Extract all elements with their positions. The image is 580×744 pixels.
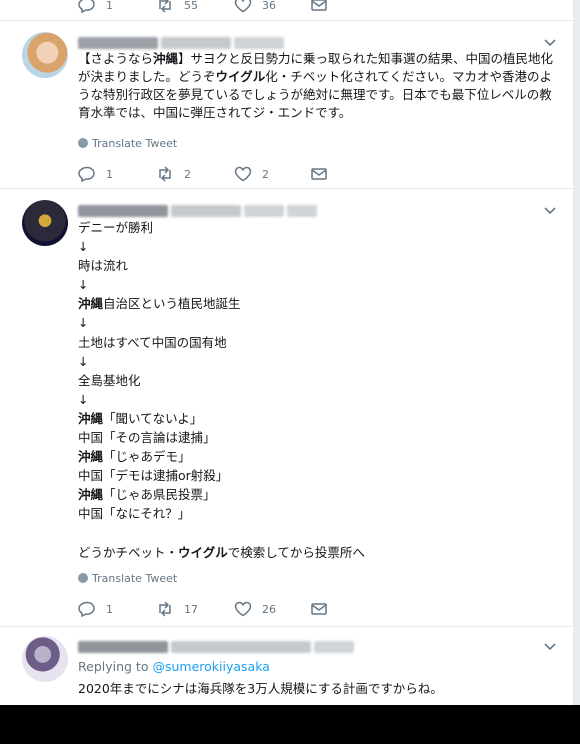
taskbar — [0, 705, 580, 744]
tweet-actions: 1 2 2 — [78, 165, 378, 183]
retweet-button[interactable]: 55 — [156, 0, 198, 14]
retweet-button[interactable]: 17 — [156, 600, 198, 618]
replying-to: Replying to @sumerokiiyasaka — [78, 659, 270, 674]
retweet-icon — [159, 0, 171, 13]
tweet-text-line: ↓ — [78, 353, 89, 369]
tweet-text-line: 沖縄「じゃあ県民投票」 — [78, 487, 216, 503]
message-button[interactable] — [310, 0, 338, 14]
retweet-count: 2 — [184, 167, 191, 181]
globe-icon — [78, 138, 88, 148]
tweet-text-line: どうかチベット・ウイグルで検索してから投票所へ — [78, 544, 365, 560]
tweet-text-line: 沖縄「聞いてないよ」 — [78, 410, 203, 426]
tweet-text-line: 全島基地化 — [78, 372, 141, 388]
like-icon — [234, 166, 252, 182]
like-count: 36 — [262, 0, 276, 12]
tweet-header — [78, 32, 287, 49]
tweet-text-line: ↓ — [78, 239, 89, 255]
chevron-down-icon[interactable] — [543, 639, 557, 653]
message-button[interactable] — [310, 600, 338, 618]
tweet[interactable]: Replying to @sumerokiiyasaka 2020年までにシナは… — [0, 627, 573, 705]
message-icon — [311, 168, 327, 180]
tweet-text-line: 沖縄自治区という植民地誕生 — [78, 296, 241, 312]
tweet-text-line: デニーが勝利 — [78, 220, 154, 235]
scrollbar[interactable] — [573, 0, 580, 705]
retweet-count: 17 — [184, 602, 198, 616]
translate-tweet-link[interactable]: Translate Tweet — [78, 137, 177, 150]
tweet-text-line: ↓ — [78, 315, 89, 331]
reply-count: 1 — [106, 602, 113, 616]
reply-icon — [78, 0, 95, 13]
tweet-text-line: 沖縄「じゃあデモ」 — [78, 449, 191, 465]
tweet-actions: 1 55 36 — [78, 0, 378, 14]
message-button[interactable] — [310, 165, 338, 183]
reply-icon — [78, 166, 95, 182]
retweet-icon — [159, 601, 171, 617]
tweet-text-line: ↓ — [78, 391, 89, 407]
tweet[interactable]: デニーが勝利 ↓ 時は流れ ↓ 沖縄自治区という植民地誕生 ↓ 土地はすべて中国の国有地 ↓ 全… — [0, 189, 573, 627]
like-button[interactable]: 2 — [234, 165, 269, 183]
reply-button[interactable]: 1 — [78, 600, 113, 618]
like-icon — [234, 601, 252, 617]
tweet-text: 2020年までにシナは海兵隊を3万人規模にする計画ですからね。 — [78, 681, 443, 696]
tweet-header — [78, 200, 320, 217]
like-button[interactable]: 26 — [234, 600, 276, 618]
globe-icon — [78, 573, 88, 583]
reply-count: 1 — [106, 167, 113, 181]
tweet-text-line: 中国「その言論は逮捕」 — [78, 430, 216, 446]
message-icon — [311, 0, 327, 11]
tweet-header — [78, 636, 357, 653]
tweet-text-line: 中国「デモは逮捕or射殺」 — [78, 468, 229, 484]
tweet-text-line: ↓ — [78, 277, 89, 293]
retweet-button[interactable]: 2 — [156, 165, 191, 183]
tweet-text-line: 中国「なにそれ？」 — [78, 506, 191, 522]
timeline: 1 55 36 【さようなら沖縄】サヨクと反日勢力に乗っ取られた知事選の結果、中… — [0, 0, 573, 705]
like-count: 26 — [262, 602, 276, 616]
avatar[interactable] — [22, 200, 68, 246]
reply-button[interactable]: 1 — [78, 165, 113, 183]
like-button[interactable]: 36 — [234, 0, 276, 14]
tweet-actions: 1 17 26 — [78, 600, 378, 618]
tweet-text-line: 時は流れ — [78, 258, 129, 274]
tweet-text-line: 土地はすべて中国の国有地 — [78, 334, 227, 350]
avatar[interactable] — [22, 636, 68, 682]
tweet-text-line — [78, 524, 558, 543]
tweet-text: 【さようなら沖縄】サヨクと反日勢力に乗っ取られた知事選の結果、中国の植民地化が決… — [78, 51, 554, 120]
chevron-down-icon[interactable] — [543, 203, 557, 217]
retweet-count: 55 — [184, 0, 198, 12]
reply-icon — [78, 601, 95, 617]
chevron-down-icon[interactable] — [543, 35, 557, 49]
tweet-text: デニーが勝利 ↓ 時は流れ ↓ 沖縄自治区という植民地誕生 ↓ 土地はすべて中国の国有地 ↓ 全… — [78, 218, 558, 562]
reply-count: 1 — [106, 0, 113, 12]
like-count: 2 — [262, 167, 269, 181]
like-icon — [234, 0, 252, 13]
translate-tweet-link[interactable]: Translate Tweet — [78, 572, 177, 585]
tweet[interactable]: 【さようなら沖縄】サヨクと反日勢力に乗っ取られた知事選の結果、中国の植民地化が決… — [0, 21, 573, 189]
reply-button[interactable]: 1 — [78, 0, 113, 14]
tweet[interactable]: 1 55 36 — [0, 0, 573, 21]
avatar[interactable] — [22, 32, 68, 78]
replying-to-handle-link[interactable]: @sumerokiiyasaka — [152, 659, 269, 674]
message-icon — [311, 603, 327, 615]
retweet-icon — [159, 166, 171, 182]
